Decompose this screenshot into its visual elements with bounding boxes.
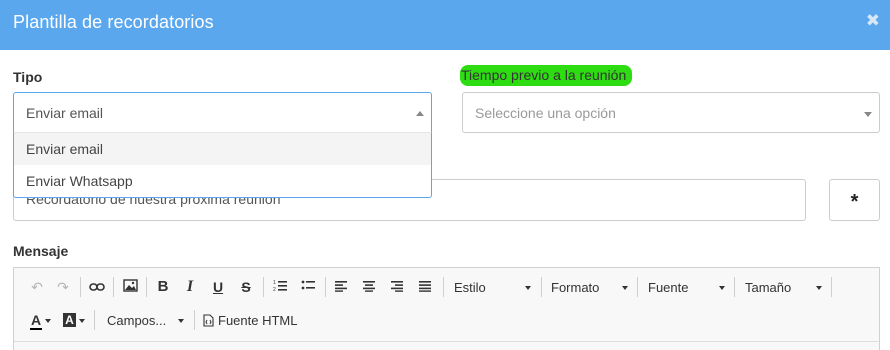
bg-color-button[interactable]: A (63, 312, 89, 332)
tipo-dropdown: Enviar email Enviar Whatsapp (13, 132, 432, 198)
size-combo-label: Tamaño (745, 280, 792, 295)
align-center-icon[interactable] (358, 276, 380, 298)
tiempo-select[interactable]: Seleccione una opción (462, 92, 880, 133)
image-icon[interactable] (119, 276, 141, 298)
font-combo-label: Fuente (648, 280, 689, 295)
style-combo-label: Estilo (454, 280, 486, 295)
tipo-option-whatsapp[interactable]: Enviar Whatsapp (14, 165, 431, 197)
toolbar-divider (94, 310, 95, 330)
toolbar-divider (194, 310, 195, 330)
bullet-list-icon[interactable] (297, 276, 319, 298)
align-left-icon[interactable] (330, 276, 352, 298)
chevron-down-icon (864, 112, 872, 117)
tipo-label: Tipo (13, 69, 43, 85)
underline-button[interactable]: U (207, 276, 229, 298)
redo-icon[interactable]: ↷ (52, 276, 74, 298)
svg-text:1: 1 (273, 280, 276, 286)
numbered-list-icon[interactable]: 12 (269, 276, 291, 298)
tipo-selected-value: Enviar email (26, 105, 104, 121)
tipo-option-email[interactable]: Enviar email (14, 133, 431, 165)
html-source-button[interactable]: Fuente HTML (203, 313, 297, 330)
chevron-down-icon (79, 319, 85, 323)
italic-button[interactable]: I (179, 276, 201, 298)
dialog-header: Plantilla de recordatorios ✖ (0, 0, 890, 50)
tiempo-label: Tiempo previo a la reunión (460, 65, 633, 86)
link-icon[interactable] (86, 276, 108, 298)
bg-color-icon: A (63, 313, 76, 327)
fields-combo-label: Campos... (107, 313, 167, 328)
html-source-label: Fuente HTML (218, 313, 298, 328)
dialog-title: Plantilla de recordatorios (13, 12, 214, 32)
chevron-up-icon (416, 111, 424, 116)
tiempo-label-text: Tiempo previo a la reunión (460, 65, 633, 86)
tiempo-placeholder: Seleccione una opción (475, 105, 616, 121)
fields-combo[interactable]: Campos... (107, 313, 189, 328)
chevron-down-icon (816, 286, 822, 290)
toolbar-divider (263, 277, 264, 297)
text-color-button[interactable]: A (30, 312, 56, 332)
align-justify-icon[interactable] (414, 276, 436, 298)
toolbar-divider (443, 277, 444, 297)
toolbar-divider (325, 277, 326, 297)
chevron-down-icon (178, 319, 184, 323)
toolbar-divider (637, 277, 638, 297)
toolbar-divider (80, 277, 81, 297)
toolbar-divider (113, 277, 114, 297)
mensaje-label: Mensaje (13, 243, 69, 259)
toolbar-divider (146, 277, 147, 297)
chevron-down-icon (525, 286, 531, 290)
size-combo[interactable]: Tamaño (745, 280, 829, 295)
align-right-icon[interactable] (386, 276, 408, 298)
toolbar-divider (541, 277, 542, 297)
chevron-down-icon (45, 319, 51, 323)
chevron-down-icon (622, 286, 628, 290)
svg-text:2: 2 (273, 287, 276, 292)
source-code-icon (203, 314, 214, 330)
close-icon[interactable]: ✖ (866, 11, 880, 31)
style-combo[interactable]: Estilo (454, 280, 538, 295)
undo-icon[interactable]: ↶ (26, 276, 48, 298)
toolbar-divider (831, 277, 832, 297)
bold-button[interactable]: B (152, 276, 174, 298)
chevron-down-icon (719, 286, 725, 290)
format-combo[interactable]: Formato (551, 280, 635, 295)
text-color-swatch (30, 328, 42, 330)
placeholder-insert-button[interactable]: * (829, 179, 880, 221)
format-combo-label: Formato (551, 280, 600, 295)
text-color-icon: A (31, 312, 42, 328)
tipo-select[interactable]: Enviar email (13, 92, 432, 133)
font-combo[interactable]: Fuente (648, 280, 732, 295)
toolbar-divider (734, 277, 735, 297)
strikethrough-button[interactable]: S (235, 276, 257, 298)
editor-divider (14, 341, 879, 342)
